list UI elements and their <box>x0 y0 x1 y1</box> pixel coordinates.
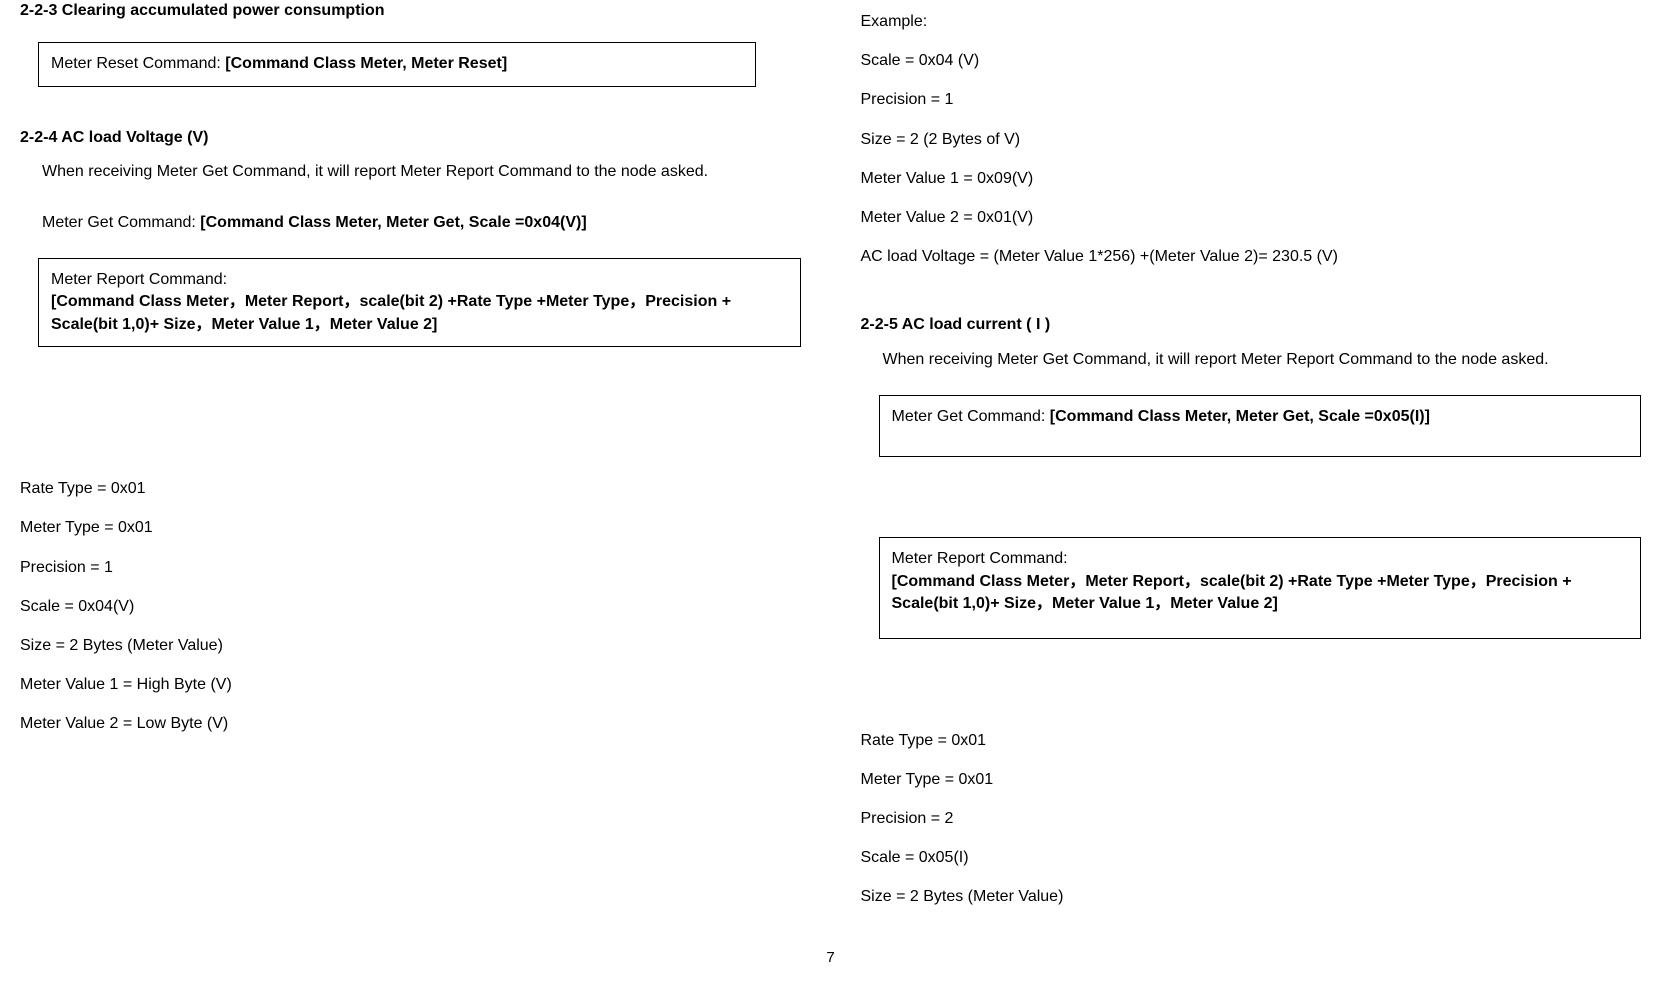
example-line-5: AC load Voltage = (Meter Value 1*256) +(… <box>861 239 1642 274</box>
meter-report-225-box: Meter Report Command: [Command Class Met… <box>879 537 1642 638</box>
example-line-4: Meter Value 2 = 0x01(V) <box>861 200 1642 235</box>
right-column: Example: Scale = 0x04 (V) Precision = 1 … <box>861 0 1642 919</box>
param-224-3: Scale = 0x04(V) <box>20 589 801 624</box>
param-225-1: Meter Type = 0x01 <box>861 762 1642 797</box>
param-225-3: Scale = 0x05(I) <box>861 840 1642 875</box>
param-224-2: Precision = 1 <box>20 550 801 585</box>
example-line-2: Size = 2 (2 Bytes of V) <box>861 122 1642 157</box>
param-224-5: Meter Value 1 = High Byte (V) <box>20 667 801 702</box>
meter-reset-box: Meter Reset Command: [Command Class Mete… <box>38 42 756 86</box>
paragraph-224: When receiving Meter Get Command, it wil… <box>20 157 801 187</box>
meter-reset-label: Meter Reset Command: <box>51 55 225 72</box>
param-224-0: Rate Type = 0x01 <box>20 471 801 506</box>
param-225-2: Precision = 2 <box>861 801 1642 836</box>
heading-224: 2-2-4 AC load Voltage (V) <box>20 127 801 149</box>
meter-get-224: Meter Get Command: [Command Class Meter,… <box>20 208 801 238</box>
param-224-6: Meter Value 2 = Low Byte (V) <box>20 706 801 741</box>
param-225-0: Rate Type = 0x01 <box>861 723 1642 758</box>
param-224-4: Size = 2 Bytes (Meter Value) <box>20 628 801 663</box>
page-number: 7 <box>0 949 1661 966</box>
meter-report-224-content: [Command Class Meter，Meter Report，scale(… <box>51 291 788 336</box>
meter-report-224-label: Meter Report Command: <box>51 269 788 291</box>
meter-get-225-label: Meter Get Command: <box>892 408 1050 425</box>
example-line-3: Meter Value 1 = 0x09(V) <box>861 161 1642 196</box>
meter-report-224-box: Meter Report Command: [Command Class Met… <box>38 258 801 347</box>
left-column: 2-2-3 Clearing accumulated power consump… <box>20 0 801 919</box>
param-225-4: Size = 2 Bytes (Meter Value) <box>861 879 1642 914</box>
paragraph-225: When receiving Meter Get Command, it wil… <box>861 345 1642 375</box>
param-224-1: Meter Type = 0x01 <box>20 510 801 545</box>
meter-report-225-content: [Command Class Meter，Meter Report，scale(… <box>892 571 1629 616</box>
example-label: Example: <box>861 4 1642 39</box>
example-line-0: Scale = 0x04 (V) <box>861 43 1642 78</box>
meter-get-224-label: Meter Get Command: <box>42 214 200 231</box>
meter-report-225-label: Meter Report Command: <box>892 548 1629 570</box>
meter-get-225-content: [Command Class Meter, Meter Get, Scale =… <box>1050 408 1430 425</box>
example-line-1: Precision = 1 <box>861 82 1642 117</box>
heading-225: 2-2-5 AC load current ( I ) <box>861 314 1642 336</box>
meter-get-225-box: Meter Get Command: [Command Class Meter,… <box>879 395 1642 457</box>
meter-reset-content: [Command Class Meter, Meter Reset] <box>225 55 507 72</box>
heading-223: 2-2-3 Clearing accumulated power consump… <box>20 0 801 22</box>
meter-get-224-content: [Command Class Meter, Meter Get, Scale =… <box>200 214 586 231</box>
